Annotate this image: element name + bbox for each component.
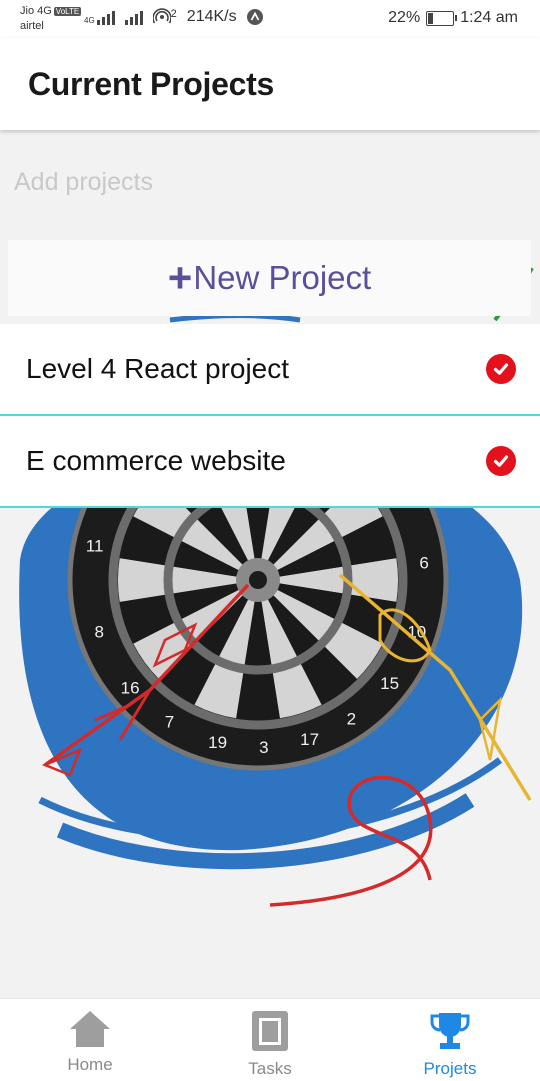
check-circle-icon[interactable] — [486, 446, 516, 476]
app-notification-icon — [246, 9, 263, 25]
volte-badge: VoLTE — [53, 7, 82, 16]
project-name: E commerce website — [26, 445, 286, 476]
dartboard-number: 17 — [300, 730, 319, 749]
home-icon — [70, 1011, 110, 1047]
dartboard-number: 11 — [86, 536, 104, 555]
app-bar: Current Projects — [0, 38, 540, 130]
new-project-button[interactable]: + New Project — [8, 240, 531, 316]
signal-icon: 4G — [84, 9, 115, 25]
project-name: Level 4 React project — [26, 353, 290, 384]
battery-percent: 22% — [388, 9, 421, 26]
network-info: 4G 2 214K/s — [84, 8, 263, 26]
signal-2-icon — [124, 9, 143, 25]
project-list: Level 4 React project E commerce website — [0, 324, 540, 508]
bottom-navigation: Home Tasks Projets — [0, 998, 540, 1081]
plus-icon: + — [167, 254, 193, 301]
check-circle-icon[interactable] — [486, 354, 516, 384]
nav-home[interactable]: Home — [0, 999, 180, 1081]
dartboard-number: 8 — [94, 623, 103, 642]
dartboard-number: 15 — [380, 674, 399, 693]
net-type-label: 4G — [84, 16, 95, 25]
clock: 1:24 am — [460, 9, 518, 26]
battery-time: 22% 1:24 am — [388, 9, 518, 27]
dartboard-number: 7 — [165, 713, 174, 732]
nav-tasks-label: Tasks — [248, 1059, 292, 1078]
carrier-2-label: airtel — [20, 20, 44, 32]
page-title: Current Projects — [28, 66, 274, 102]
project-item[interactable]: Level 4 React project — [0, 324, 540, 416]
nav-projects[interactable]: Projets — [360, 999, 540, 1081]
dartboard-number: 19 — [208, 733, 227, 752]
speed-label: 214K/s — [186, 8, 237, 25]
project-item[interactable]: E commerce website — [0, 416, 540, 508]
dartboard-number: 2 — [347, 709, 356, 728]
new-project-label: New Project — [193, 259, 372, 296]
dartboard-number: 16 — [121, 678, 140, 697]
dartboard-number: 3 — [259, 738, 268, 757]
carrier-info: Jio 4G VoLTE airtel — [20, 4, 82, 34]
status-bar: Jio 4G VoLTE airtel 4G 2 214K/s 22% 1:24 … — [0, 0, 540, 38]
nav-tasks[interactable]: Tasks — [180, 999, 360, 1081]
dartboard-number: 6 — [419, 554, 428, 573]
hotspot-icon: 2 — [152, 8, 177, 26]
add-projects-label: Add projects — [14, 168, 153, 196]
tasks-icon — [252, 1011, 288, 1051]
hotspot-count: 2 — [170, 8, 177, 20]
battery-icon — [426, 10, 458, 26]
trophy-icon — [430, 1013, 470, 1049]
nav-projects-label: Projets — [423, 1059, 477, 1078]
carrier-1-label: Jio 4G — [20, 5, 52, 17]
nav-home-label: Home — [67, 1055, 113, 1074]
